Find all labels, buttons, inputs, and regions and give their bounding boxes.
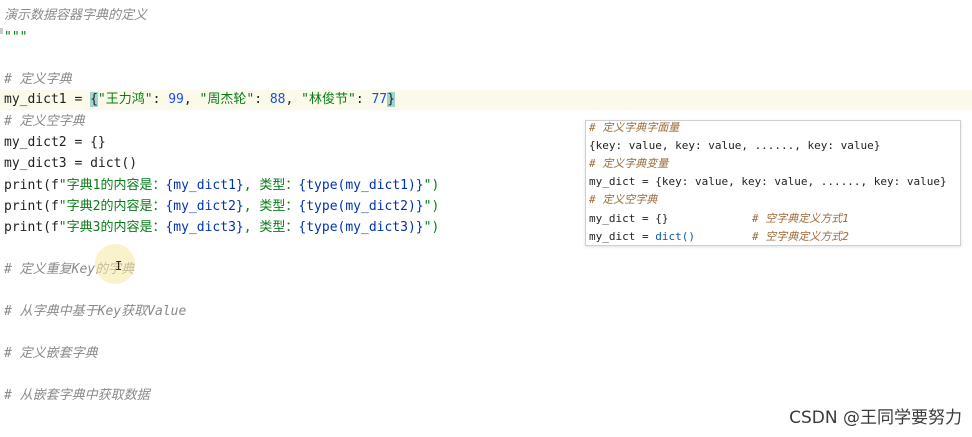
comment-nested-get: # 从嵌套字典中获取数据 (4, 388, 150, 403)
popup-literal-syntax: {key: value, key: value, ......, key: va… (589, 139, 881, 152)
fstring-end: ") (423, 220, 440, 235)
popup-inline-comment: # 空字典定义方式2 (752, 230, 849, 243)
code-line-print1[interactable]: print(f"字典1的内容是：{my_dict1}, 类型：{type(my_… (4, 176, 439, 196)
fstring-expr: {my_dict1} (165, 178, 244, 193)
fstring-text: , 类型： (243, 199, 299, 214)
popup-empty-way2: my_dict = dict() # 空字典定义方式2 (589, 228, 849, 245)
print-call: print(f (4, 178, 59, 193)
popup-code: my_dict = {} (589, 212, 669, 225)
string-key-1: "王力鸿" (97, 92, 153, 107)
fstring-expr: {type(my_dict3)} (298, 220, 424, 235)
comment-nested-dict: # 定义嵌套字典 (4, 346, 98, 361)
comment-define-dict: # 定义字典 (4, 72, 72, 87)
popup-comment-variable: # 定义字典变量 (589, 157, 669, 170)
brace-close: } (387, 92, 395, 107)
gutter-marker (0, 28, 3, 34)
code-line-dict3[interactable]: my_dict3 = dict() (4, 154, 137, 174)
number-value-3: 77 (371, 92, 388, 107)
print-call: print(f (4, 199, 59, 214)
code-line-dict2[interactable]: my_dict2 = {} (4, 133, 106, 153)
comma: , (285, 92, 302, 107)
popup-comment-literal: # 定义字典字面量 (589, 121, 680, 134)
comma: , (183, 92, 200, 107)
popup-dict-call: dict() (655, 230, 695, 243)
fstring-expr: {my_dict2} (165, 199, 244, 214)
colon: : (152, 92, 169, 107)
popup-inline-comment: # 空字典定义方式1 (752, 212, 849, 225)
fstring-expr: {type(my_dict2)} (298, 199, 424, 214)
docstring-title: 演示数据容器字典的定义 (4, 8, 148, 23)
number-value-1: 99 (168, 92, 184, 107)
text-cursor-icon: I (115, 259, 123, 273)
fstring-expr: {my_dict3} (165, 220, 244, 235)
popup-code: my_dict = (589, 230, 656, 243)
fstring-text: "字典3的内容是： (58, 220, 166, 235)
fstring-expr: {type(my_dict1)} (298, 178, 424, 193)
fstring-text: , 类型： (243, 178, 299, 193)
brace-open: { (90, 92, 98, 107)
var-dict1: my_dict1 = (4, 92, 91, 107)
print-call: print(f (4, 220, 59, 235)
comment-get-value: # 从字典中基于Key获取Value (4, 304, 187, 319)
comment-empty-dict: # 定义空字典 (4, 114, 85, 129)
colon: : (254, 92, 270, 107)
code-line-print3[interactable]: print(f"字典3的内容是：{my_dict3}, 类型：{type(my_… (4, 218, 439, 238)
fstring-text: , 类型： (243, 220, 299, 235)
csdn-watermark: CSDN @王同学要努力 (789, 408, 962, 428)
docstring-close: """ (4, 30, 28, 45)
fstring-text: "字典2的内容是： (58, 199, 166, 214)
string-key-2: "周杰轮" (199, 92, 255, 107)
popup-empty-way1: my_dict = {} # 空字典定义方式1 (589, 210, 849, 228)
fstring-text: "字典1的内容是： (58, 178, 166, 193)
colon: : (355, 92, 372, 107)
string-key-3: "林俊节" (301, 92, 356, 107)
popup-variable-syntax: my_dict = {key: value, key: value, .....… (589, 175, 947, 188)
fstring-end: ") (423, 178, 440, 193)
code-line-dict1[interactable]: my_dict1 = {"王力鸿": 99, "周杰轮": 88, "林俊节":… (4, 90, 395, 110)
code-line-print2[interactable]: print(f"字典2的内容是：{my_dict2}, 类型：{type(my_… (4, 197, 439, 217)
reference-popup: # 定义字典字面量 {key: value, key: value, .....… (585, 120, 961, 246)
popup-comment-empty: # 定义空字典 (589, 193, 658, 206)
fstring-end: ") (423, 199, 440, 214)
number-value-2: 88 (269, 92, 286, 107)
